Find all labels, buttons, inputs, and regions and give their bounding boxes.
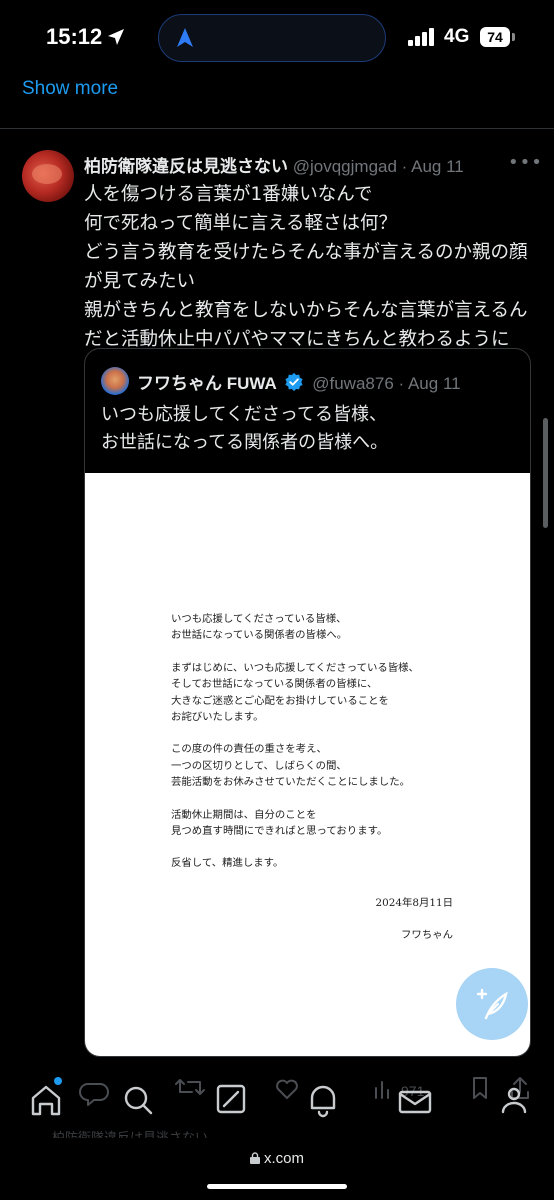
mail-icon[interactable] xyxy=(398,1090,432,1114)
statement-paragraph: この度の件の責任の重さを考え、 一つの区切りとして、しばらくの間、 芸能活動をお… xyxy=(171,743,410,789)
bottom-navigation xyxy=(31,1077,527,1118)
tweet-date[interactable]: Aug 11 xyxy=(411,157,464,176)
navigation-arrow-icon xyxy=(177,28,193,47)
scrollbar[interactable] xyxy=(543,418,548,528)
statement-paragraph: まずはじめに、いつも応援してくださっている皆様、 そしてお世話になっている関係者… xyxy=(171,661,419,724)
home-indicator[interactable] xyxy=(207,1184,347,1189)
quote-handle: @fuwa876 xyxy=(312,374,394,393)
url-display[interactable]: x.com xyxy=(0,1150,554,1167)
battery-cap xyxy=(512,33,515,41)
separator: · xyxy=(398,374,408,393)
notification-dot xyxy=(54,1077,62,1085)
search-icon[interactable] xyxy=(124,1086,153,1115)
statement-signature: 2024年8月11日 フワちゃん xyxy=(343,879,453,959)
browser-url-bar[interactable] xyxy=(0,1138,554,1200)
statement-image[interactable]: いつも応援してくださっている皆様、 お世話になっている関係者の皆様へ。 まずはじ… xyxy=(85,473,530,1056)
separator: · xyxy=(401,157,412,176)
dynamic-island xyxy=(158,14,386,62)
statement-body: いつも応援してくださっている皆様、 お世話になっている関係者の皆様へ。 まずはじ… xyxy=(171,611,471,888)
user-handle[interactable]: @jovqgjmgad xyxy=(293,157,397,176)
quoted-tweet[interactable]: フワちゃん FUWA @fuwa876 · Aug 11 いつも応援してくださっ… xyxy=(84,348,531,1057)
compose-icon[interactable] xyxy=(216,1084,246,1114)
avatar[interactable] xyxy=(22,150,74,202)
quote-header: フワちゃん FUWA @fuwa876 · Aug 11 xyxy=(137,369,461,394)
statement-paragraph: いつも応援してくださっている皆様、 お世話になっている関係者の皆様へ。 xyxy=(171,613,348,642)
home-icon[interactable] xyxy=(31,1085,61,1116)
more-icon[interactable]: ••• xyxy=(508,152,543,173)
compose-post-button[interactable] xyxy=(456,968,528,1040)
verified-icon xyxy=(284,372,303,392)
divider xyxy=(0,128,554,129)
location-arrow-icon xyxy=(108,29,124,45)
url-text: x.com xyxy=(263,1150,304,1167)
status-time: 15:12 xyxy=(46,24,103,49)
network-type: 4G xyxy=(444,26,470,47)
tweet-text: 人を傷つける言葉が1番嫌いなんで 何で死ねって簡単に言える軽さは何？ どう言う教… xyxy=(84,184,528,350)
lock-icon xyxy=(249,1152,260,1164)
battery-level: 74 xyxy=(480,27,510,47)
quote-date: Aug 11 xyxy=(407,374,461,393)
statement-date: 2024年8月11日 xyxy=(375,897,453,909)
display-name[interactable]: 柏防衛隊違反は見逃さない xyxy=(84,157,288,176)
show-more-link[interactable]: Show more xyxy=(22,78,118,100)
quote-avatar xyxy=(101,367,129,395)
signal-icon xyxy=(408,28,434,46)
notifications-icon[interactable] xyxy=(310,1085,336,1118)
statement-paragraph: 活動休止期間は、自分のことを 見つめ直す時間にできればと思っております。 xyxy=(171,808,388,838)
quote-text: いつも応援してくださってる皆様、 お世話になってる関係者の皆様へ。 xyxy=(101,404,389,453)
compose-feather-icon xyxy=(476,988,508,1020)
quote-display-name: フワちゃん FUWA xyxy=(137,374,277,393)
statement-paragraph: 反省して、精進します。 xyxy=(171,857,284,870)
statement-signer: フワちゃん xyxy=(401,929,453,941)
communities-icon[interactable] xyxy=(501,1087,527,1114)
tweet-header: 柏防衛隊違反は見逃さない @jovqgjmgad · Aug 11 xyxy=(84,152,464,177)
